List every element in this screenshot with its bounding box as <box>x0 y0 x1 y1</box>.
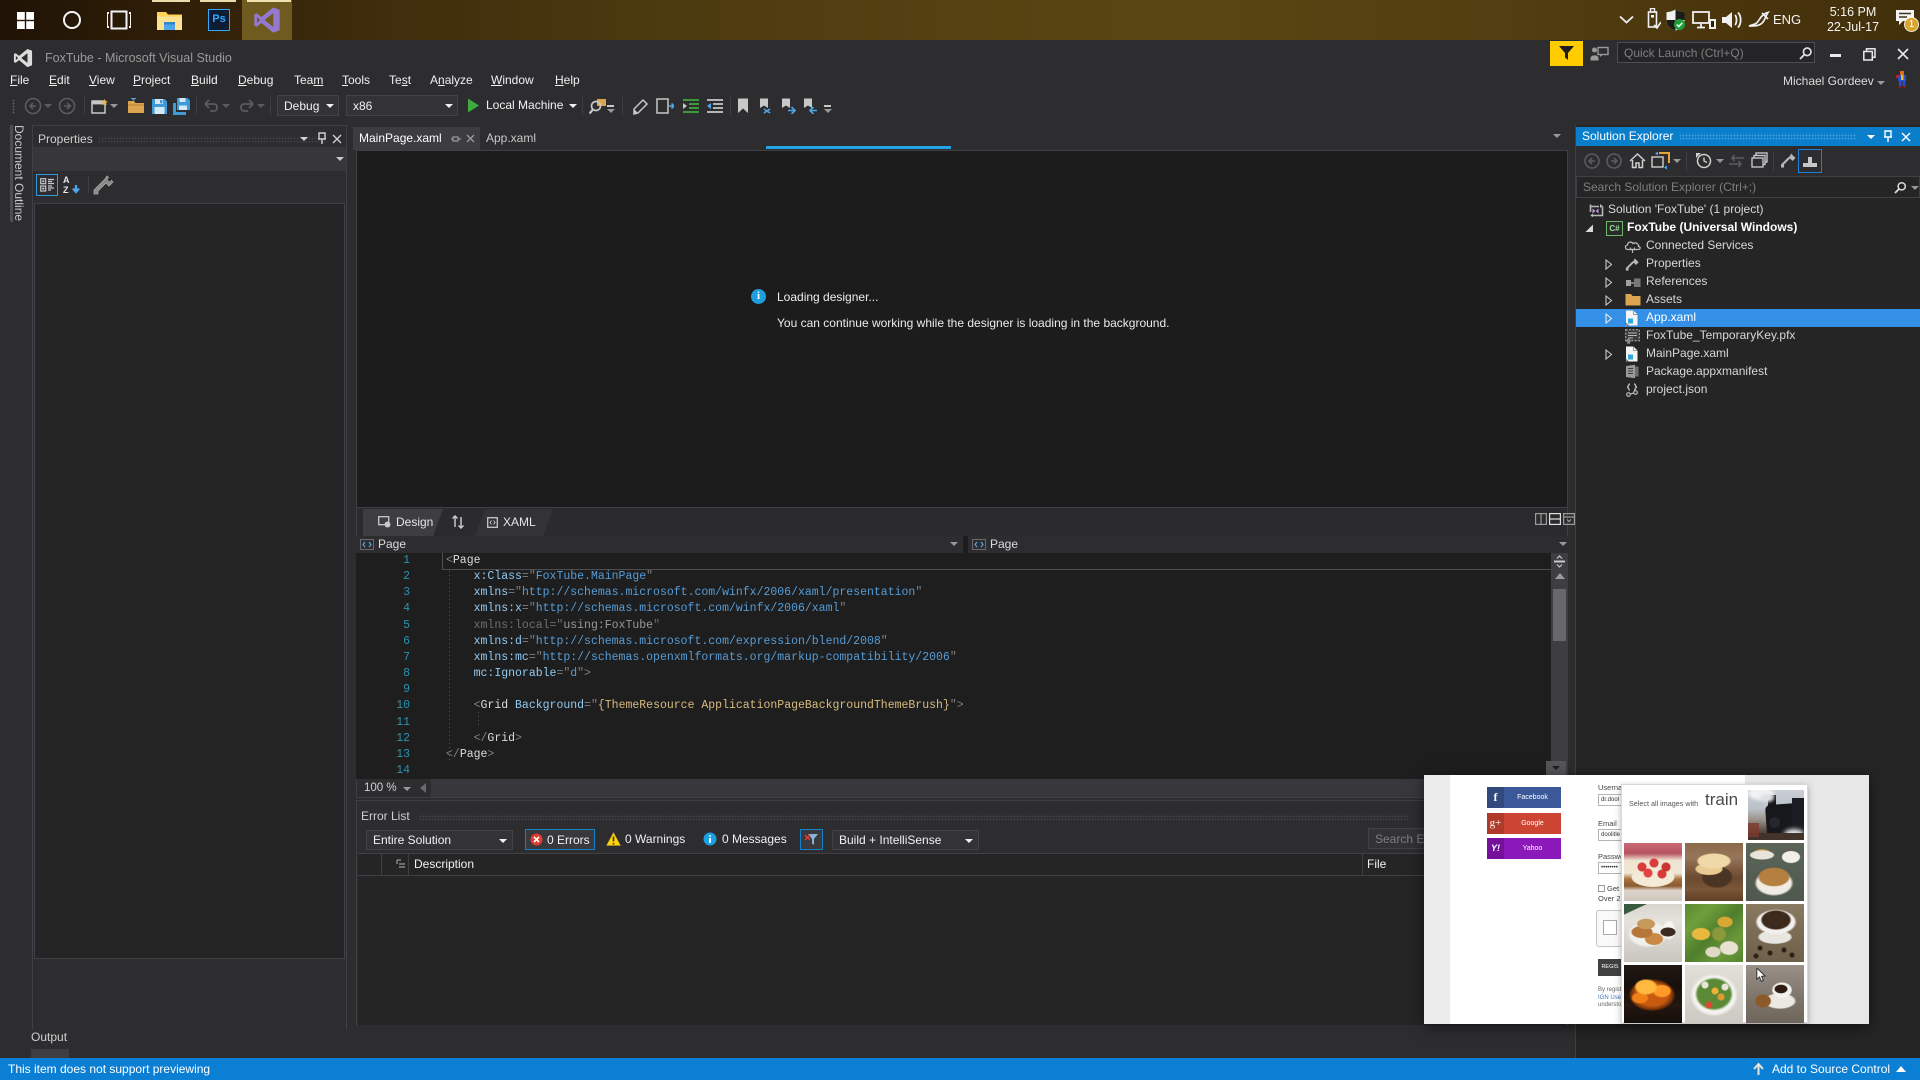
svg-text:Z: Z <box>63 185 69 195</box>
svg-text:A: A <box>63 175 70 185</box>
